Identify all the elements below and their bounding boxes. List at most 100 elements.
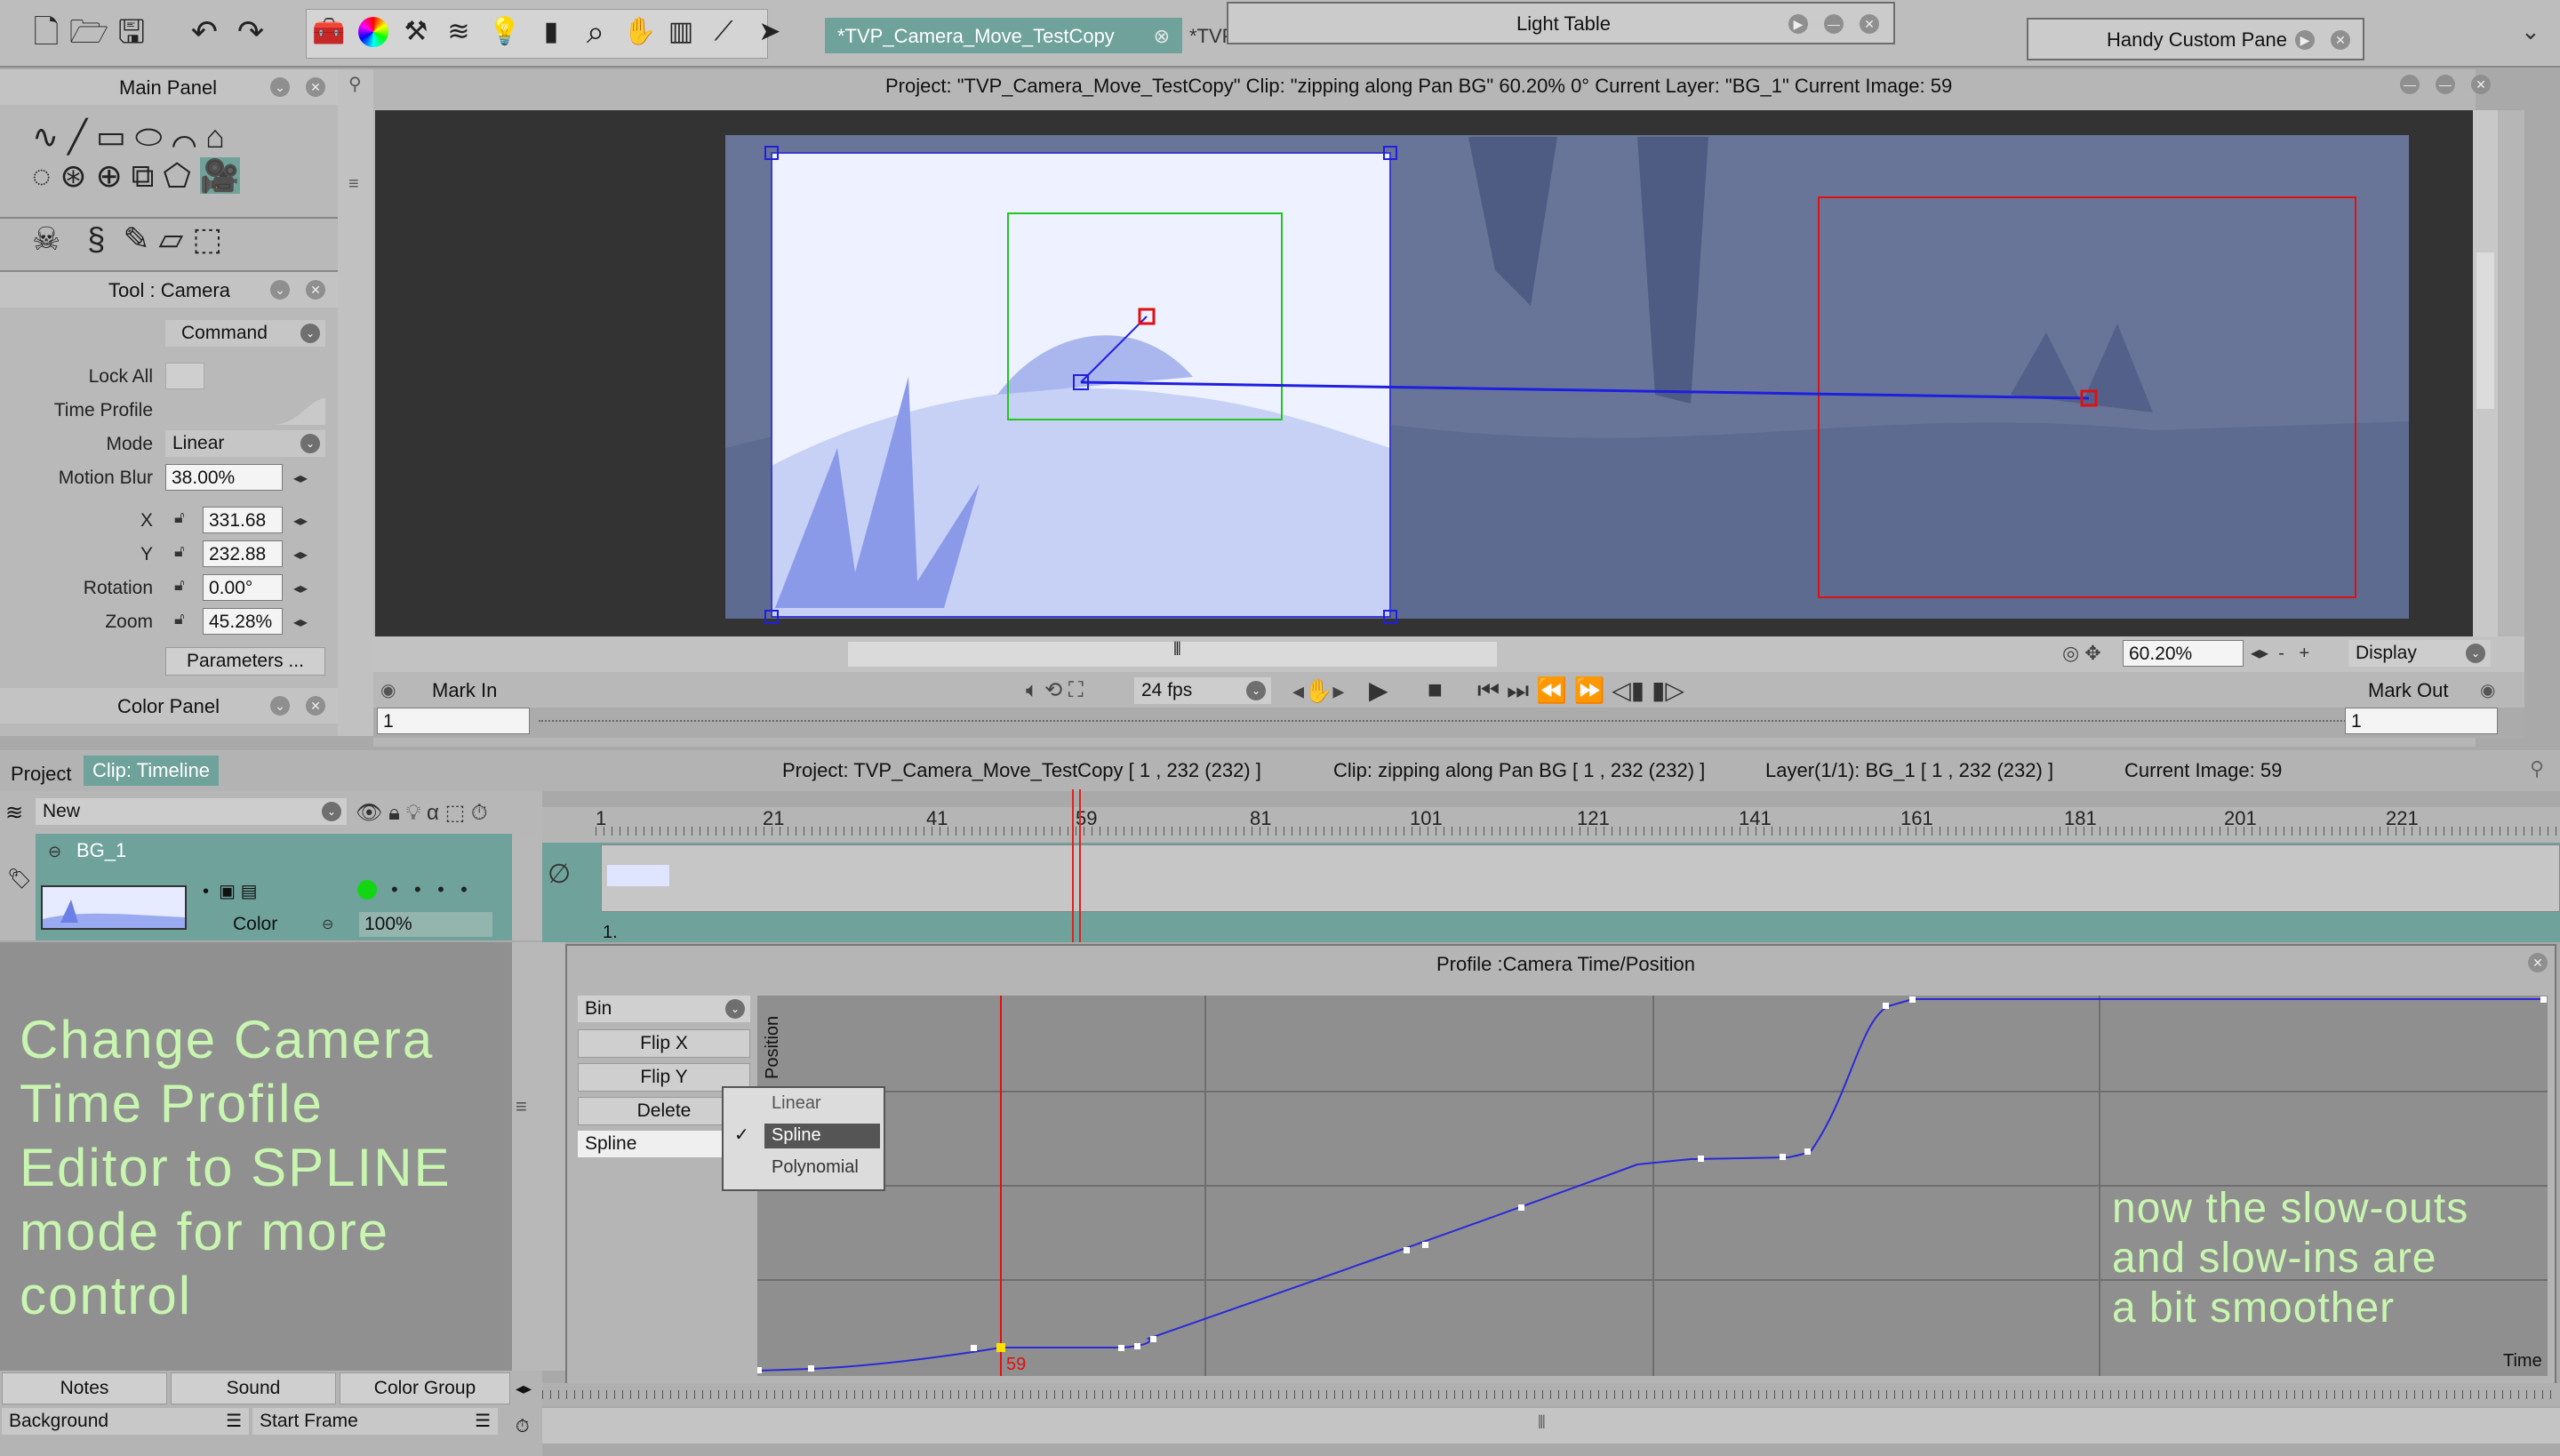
grip-icon[interactable]: ≡ — [516, 1095, 527, 1118]
background-dropdown[interactable]: Background ☰ — [2, 1408, 249, 1435]
timeline-scrollbar[interactable]: ⦀ — [542, 1408, 2560, 1444]
time-profile-graph[interactable] — [165, 395, 325, 425]
layer-name[interactable]: BG_1 — [76, 839, 126, 862]
x-field[interactable]: 331.68 — [203, 507, 283, 533]
layer-thumbnail[interactable] — [41, 885, 187, 930]
tools-icon[interactable]: ⚒ — [396, 12, 436, 52]
notes-button[interactable]: Notes — [2, 1372, 167, 1404]
chevron-down-icon[interactable]: ⌄ — [270, 696, 290, 716]
stepper-icon[interactable]: ◂▸ — [293, 512, 308, 530]
menu-item-polynomial[interactable]: Polynomial — [772, 1157, 859, 1178]
light-icon[interactable]: 💡 — [485, 12, 524, 52]
tab-clip-timeline[interactable]: Clip: Timeline — [84, 756, 220, 786]
library-icon[interactable]: ▥ — [661, 12, 700, 52]
pin-icon[interactable]: ⚲ — [348, 73, 362, 95]
fill-tool-icon[interactable]: ⌂ — [205, 118, 225, 155]
collapse-icon[interactable]: ⊖ — [48, 843, 61, 861]
undo-icon[interactable]: ↶ — [185, 12, 224, 52]
y-field[interactable]: 232.88 — [203, 540, 283, 567]
mark-out-field[interactable]: 1 — [2345, 708, 2498, 734]
close-icon[interactable]: ✕ — [306, 280, 325, 300]
audio-loop-icons[interactable]: 🔈︎ ⟲ ⛶ — [1026, 677, 1084, 703]
start-frame-dropdown[interactable]: Start Frame ☰ — [252, 1408, 498, 1435]
chevron-down-icon[interactable]: ⌄ — [270, 77, 290, 97]
timeline-splitter[interactable] — [512, 834, 542, 940]
bin-dropdown[interactable]: Bin ⌄ — [578, 996, 750, 1022]
color-group-button[interactable]: Color Group — [340, 1372, 510, 1404]
line-tool-icon[interactable]: ╱ — [68, 118, 87, 155]
save-icon[interactable]: 🖫 — [112, 12, 151, 52]
chart-icon[interactable]: ⟋ — [704, 12, 743, 52]
close-icon[interactable]: ✕ — [2331, 30, 2350, 50]
send-icon[interactable]: ➤ — [750, 12, 789, 52]
timeline-ruler[interactable]: 1 21 41 59 81 101 121 141 161 181 201 22… — [542, 807, 2560, 843]
stepper-icon[interactable]: ◂▸ — [293, 613, 308, 631]
brush-icon[interactable]: ✎ — [123, 220, 149, 257]
close-icon[interactable]: ✕ — [306, 696, 325, 716]
crop-icon[interactable]: ⧉ — [132, 157, 155, 194]
zoom-field[interactable]: 45.28% — [203, 608, 283, 635]
lock-icon[interactable]: 🔓︎ — [174, 542, 190, 564]
swirl-icon[interactable]: § — [87, 220, 105, 257]
lasso-tool-icon[interactable]: ◌ — [32, 157, 51, 194]
tab-project[interactable]: Project — [11, 763, 71, 786]
vertical-scrollbar[interactable] — [2473, 110, 2498, 636]
parameters-button[interactable]: Parameters ... — [165, 647, 325, 676]
lock-icon[interactable]: 🔓︎ — [174, 508, 190, 530]
layer-dots[interactable]: • • • • — [391, 878, 468, 901]
scrollbar-thumb[interactable] — [2476, 252, 2494, 409]
layer-toggle-icons[interactable]: 👁︎ 🔒︎ 💡︎ α ⬚ ⏱︎ — [356, 800, 488, 826]
curve-tool-icon[interactable]: ∿ — [32, 118, 59, 155]
empty-set-icon[interactable]: ∅ — [548, 859, 571, 890]
close-icon[interactable]: ✕ — [2471, 75, 2491, 94]
blend-icon[interactable]: ⊖ — [322, 916, 333, 933]
minimize-icon[interactable]: — — [1824, 14, 1844, 34]
tag-icon[interactable]: 🏷︎ — [7, 868, 32, 891]
canvas-area[interactable] — [375, 110, 2473, 636]
rectangle-tool-icon[interactable]: ▭ — [96, 118, 126, 155]
close-icon[interactable]: ⊗ — [1154, 25, 1170, 48]
horizontal-scrollbar[interactable] — [848, 642, 1497, 667]
redo-icon[interactable]: ↷ — [231, 12, 270, 52]
chevron-down-icon[interactable]: ⌄ — [2521, 18, 2540, 45]
play-icon[interactable]: ▶ — [1788, 14, 1808, 34]
toolbox-icon[interactable]: 🧰 — [309, 12, 348, 52]
display-dropdown[interactable]: Display ⌄ — [2348, 640, 2491, 667]
grip-icon[interactable]: ⦀ — [1538, 1413, 1546, 1434]
circle-icon[interactable]: ◉ — [380, 679, 396, 701]
tab-document[interactable]: *TVP_Camera_Move_TestCopy ⊗ — [825, 18, 1182, 53]
bezier-tool-icon[interactable]: ⌒ — [172, 118, 196, 155]
hand-icon[interactable]: ✋ — [620, 12, 660, 52]
chevron-down-icon[interactable]: ⌄ — [270, 280, 290, 300]
camera-tool-icon[interactable]: 🎥 — [199, 157, 240, 194]
panel-splitter[interactable]: ⚲ ≡ — [338, 69, 373, 736]
restore-icon[interactable]: — — [2400, 75, 2420, 94]
skull-icon[interactable]: ☠ — [32, 220, 60, 257]
ruler-icon[interactable]: ▮ — [532, 12, 571, 52]
layer-mode-icons[interactable]: • ▣ ▤ — [203, 880, 257, 902]
grip-icon[interactable]: ≡ — [348, 174, 359, 195]
motion-blur-field[interactable]: 38.00% — [165, 464, 283, 491]
menu-item-linear[interactable]: Linear — [772, 1093, 821, 1114]
lock-all-checkbox[interactable] — [165, 363, 204, 389]
circle-icon[interactable]: ◉ — [2480, 679, 2495, 701]
menu-item-spline[interactable]: Spline — [772, 1125, 821, 1146]
ellipse-tool-icon[interactable]: ⬭ — [135, 118, 163, 155]
stepper-icon[interactable]: ◂▸ — [293, 546, 308, 564]
zoom-stepper[interactable]: ◂▸ - + — [2251, 642, 2309, 664]
stop-button[interactable]: ■ — [1428, 676, 1443, 704]
playhead[interactable] — [1072, 789, 1074, 942]
current-keyframe[interactable] — [996, 1343, 1005, 1352]
new-doc-icon[interactable]: 🗋 — [27, 12, 66, 52]
layer-opacity-field[interactable]: 100% — [359, 912, 492, 937]
search-icon[interactable]: ⌕ — [576, 12, 615, 52]
pin-icon[interactable]: ⚲ — [2530, 757, 2544, 780]
play-icon[interactable]: ▶ — [2295, 30, 2315, 50]
stepper-icon[interactable]: ◂▸ — [293, 580, 308, 597]
mark-in-field[interactable]: 1 — [377, 708, 530, 734]
layers-icon[interactable]: ≋ — [5, 800, 23, 826]
clock-icon[interactable]: ⏱︎ — [516, 1417, 530, 1437]
transport-buttons[interactable]: ⏮ ⏭ ⏪ ⏩ ◁▮ ▮▷ — [1477, 676, 1684, 706]
layers-icon[interactable]: ≋ — [439, 12, 478, 52]
flip-x-button[interactable]: Flip X — [578, 1029, 750, 1058]
